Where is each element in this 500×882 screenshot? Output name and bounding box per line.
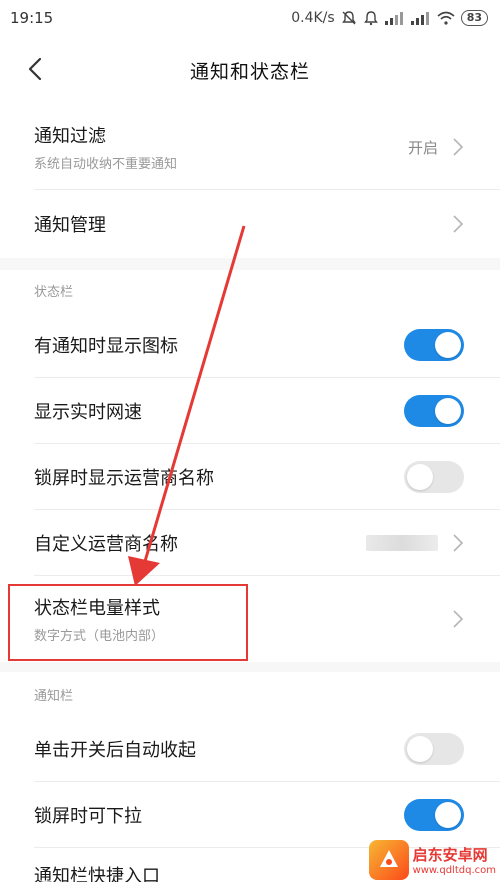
row-label: 通知管理 (34, 215, 106, 236)
watermark-texts: 启东安卓网 www.qdltdq.com (413, 844, 496, 876)
title-bar: 通知和状态栏 (0, 36, 500, 104)
auto-collapse-row[interactable]: 单击开关后自动收起 (0, 716, 500, 782)
mute-bell-icon (341, 11, 356, 25)
pull-down-on-lockscreen-row[interactable]: 锁屏时可下拉 (0, 782, 500, 848)
blurred-carrier-value (366, 535, 438, 551)
row-right (404, 444, 464, 510)
row-right (452, 576, 464, 662)
show-carrier-on-lockscreen-row[interactable]: 锁屏时显示运营商名称 (0, 444, 500, 510)
row-label: 锁屏时可下拉 (34, 806, 142, 827)
row-label: 锁屏时显示运营商名称 (34, 468, 214, 489)
custom-carrier-name-row[interactable]: 自定义运营商名称 (0, 510, 500, 576)
status-bar-section: 状态栏 有通知时显示图标 显示实时网速 锁屏时显示运营商名称 自定义运营商名称 … (0, 270, 500, 662)
watermark-url: www.qdltdq.com (412, 865, 496, 876)
net-speed: 0.4K/s (291, 10, 335, 26)
row-label: 通知栏快捷入口 (34, 866, 160, 882)
battery-style-row[interactable]: 状态栏电量样式 数字方式（电池内部） (0, 576, 500, 662)
watermark-logo-icon (368, 840, 409, 880)
notification-section: 通知过滤 系统自动收纳不重要通知 开启 通知管理 (0, 104, 500, 258)
notification-filter-row[interactable]: 通知过滤 系统自动收纳不重要通知 开启 (0, 104, 500, 190)
toggle-knob (435, 398, 461, 424)
watermark-name: 启东安卓网 (412, 846, 488, 864)
row-right (404, 378, 464, 444)
toggle-switch[interactable] (404, 799, 464, 831)
chevron-right-icon (453, 534, 464, 552)
row-label: 有通知时显示图标 (34, 336, 178, 357)
row-label: 显示实时网速 (34, 402, 142, 423)
row-label: 自定义运营商名称 (34, 534, 178, 555)
notification-management-row[interactable]: 通知管理 (0, 190, 500, 258)
toggle-knob (435, 332, 461, 358)
row-label: 状态栏电量样式 (34, 598, 160, 619)
row-sublabel: 系统自动收纳不重要通知 (34, 157, 178, 172)
watermark: 启东安卓网 www.qdltdq.com (368, 840, 496, 880)
row-right (452, 190, 464, 258)
row-right: 开启 (408, 104, 464, 190)
show-net-speed-row[interactable]: 显示实时网速 (0, 378, 500, 444)
toggle-switch[interactable] (404, 733, 464, 765)
signal-icon (384, 12, 403, 25)
row-right (404, 716, 464, 782)
signal-icon-2 (410, 12, 429, 25)
row-right (404, 312, 464, 378)
toggle-knob (407, 464, 433, 490)
system-status-bar: 19:15 0.4K/s 83 (0, 0, 500, 36)
show-icon-on-notification-row[interactable]: 有通知时显示图标 (0, 312, 500, 378)
toggle-knob (435, 802, 461, 828)
chevron-right-icon (453, 610, 464, 628)
row-label: 通知过滤 (34, 126, 106, 147)
back-arrow-icon (28, 57, 42, 81)
bell-icon (363, 11, 378, 26)
status-time: 19:15 (10, 9, 54, 27)
section-header: 状态栏 (0, 270, 500, 312)
chevron-right-icon (453, 215, 464, 233)
page-title: 通知和状态栏 (189, 60, 310, 83)
battery-indicator: 83 (460, 10, 488, 26)
toggle-switch[interactable] (404, 395, 464, 427)
section-header: 通知栏 (0, 672, 500, 716)
row-right (366, 510, 464, 576)
row-label: 单击开关后自动收起 (34, 740, 196, 761)
row-value: 开启 (407, 138, 438, 157)
toggle-knob (407, 736, 433, 762)
toggle-switch[interactable] (404, 461, 464, 493)
row-right (404, 782, 464, 848)
status-indicators: 0.4K/s 83 (291, 10, 488, 26)
back-button[interactable] (28, 54, 58, 84)
row-sublabel: 数字方式（电池内部） (34, 629, 165, 644)
wifi-icon (437, 11, 455, 25)
chevron-right-icon (453, 138, 464, 156)
toggle-switch[interactable] (404, 329, 464, 361)
